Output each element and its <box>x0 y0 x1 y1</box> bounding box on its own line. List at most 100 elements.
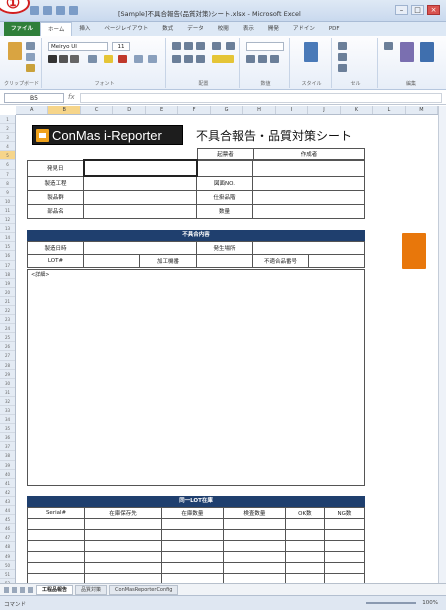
maximize-button[interactable]: □ <box>411 5 424 15</box>
percent-icon[interactable] <box>258 55 267 63</box>
row-header[interactable]: 21 <box>0 297 15 306</box>
lot-cell[interactable] <box>323 540 366 552</box>
ribbon-tab[interactable]: ファイル <box>4 22 41 36</box>
row-header[interactable]: 36 <box>0 433 15 443</box>
row-header[interactable]: 17 <box>0 261 15 270</box>
orientation-icon[interactable] <box>212 42 221 50</box>
number-format-select[interactable] <box>246 42 284 51</box>
ribbon-tab[interactable]: アドイン <box>286 22 322 36</box>
lot-cell[interactable] <box>323 551 366 563</box>
lot-cell[interactable] <box>323 518 366 530</box>
row-header[interactable]: 39 <box>0 461 15 470</box>
lot-cell[interactable] <box>284 518 325 530</box>
lot-cell[interactable] <box>160 529 224 541</box>
row-header[interactable]: 6 <box>0 160 15 170</box>
row-header[interactable]: 2 <box>0 124 15 134</box>
comma-icon[interactable] <box>270 55 279 63</box>
lot-cell[interactable] <box>84 562 162 574</box>
wrap-text-icon[interactable] <box>226 42 235 50</box>
row-header[interactable]: 31 <box>0 388 15 397</box>
lot-cell[interactable] <box>222 562 286 574</box>
underline-icon[interactable] <box>70 55 79 63</box>
delete-cells-icon[interactable] <box>338 53 347 61</box>
row-header[interactable]: 45 <box>0 515 15 525</box>
row-header[interactable]: 38 <box>0 451 15 461</box>
lot-cell[interactable] <box>84 540 162 552</box>
format-painter-icon[interactable] <box>26 64 35 72</box>
ribbon-tab[interactable]: 開発 <box>261 22 286 36</box>
row-header[interactable]: 30 <box>0 379 15 388</box>
row-header[interactable]: 25 <box>0 333 15 343</box>
row-header[interactable]: 51 <box>0 570 15 579</box>
ribbon-tab[interactable]: データ <box>180 22 211 36</box>
info-cell[interactable] <box>196 159 253 177</box>
row-header[interactable]: 22 <box>0 306 15 316</box>
row-header[interactable]: 50 <box>0 561 15 570</box>
defect-cell[interactable] <box>308 254 365 268</box>
row-header[interactable]: 15 <box>0 242 15 252</box>
column-header[interactable]: K <box>341 106 374 114</box>
row-header[interactable]: 32 <box>0 397 15 406</box>
next-sheet-icon[interactable] <box>20 586 25 593</box>
zoom-slider[interactable] <box>366 602 416 604</box>
column-header[interactable]: C <box>81 106 114 114</box>
formula-input[interactable] <box>80 93 442 103</box>
close-button[interactable]: × <box>427 5 440 15</box>
column-header[interactable]: E <box>146 106 179 114</box>
align-left-icon[interactable] <box>172 55 181 63</box>
border-icon[interactable] <box>88 55 97 63</box>
worksheet[interactable]: ConMas i-Reporter 不具合報告・品質対策シート 起票者 作成者 … <box>16 115 438 596</box>
column-header[interactable]: G <box>211 106 244 114</box>
find-select-icon[interactable] <box>420 42 434 62</box>
sheet-tab[interactable]: ConMasReporterConfig <box>109 584 179 595</box>
row-header[interactable]: 41 <box>0 479 15 488</box>
sheet-tab[interactable]: 品質対策 <box>75 584 108 595</box>
styles-icon[interactable] <box>304 42 318 62</box>
lot-cell[interactable] <box>284 529 325 541</box>
ribbon-tab[interactable]: PDF <box>322 22 347 36</box>
column-header[interactable]: B <box>48 106 81 114</box>
defect-cell[interactable] <box>196 254 253 268</box>
copy-icon[interactable] <box>26 53 35 61</box>
lot-cell[interactable] <box>26 529 86 541</box>
zoom-level[interactable]: 100% <box>422 600 438 606</box>
row-header[interactable]: 7 <box>0 170 15 179</box>
row-header[interactable]: 13 <box>0 224 15 234</box>
lot-cell[interactable] <box>26 518 86 530</box>
lot-cell[interactable] <box>323 562 366 574</box>
minimize-button[interactable]: – <box>395 5 408 15</box>
currency-icon[interactable] <box>246 55 255 63</box>
paste-icon[interactable] <box>8 42 22 60</box>
row-header[interactable]: 46 <box>0 524 15 534</box>
lot-cell[interactable] <box>84 518 162 530</box>
row-header[interactable]: 49 <box>0 552 15 561</box>
row-header[interactable]: 37 <box>0 442 15 452</box>
shrink-font-icon[interactable] <box>148 55 157 63</box>
column-header[interactable]: I <box>276 106 309 114</box>
row-header[interactable]: 11 <box>0 206 15 216</box>
lot-cell[interactable] <box>222 529 286 541</box>
row-header[interactable]: 29 <box>0 370 15 379</box>
align-middle-icon[interactable] <box>184 42 193 50</box>
lot-cell[interactable] <box>160 540 224 552</box>
lot-cell[interactable] <box>84 529 162 541</box>
lot-cell[interactable] <box>222 551 286 563</box>
row-header[interactable]: 3 <box>0 133 15 143</box>
fx-icon[interactable]: fx <box>68 93 75 101</box>
lot-cell[interactable] <box>284 562 325 574</box>
row-header[interactable]: 44 <box>0 506 15 516</box>
sort-filter-icon[interactable] <box>400 42 414 62</box>
row-header[interactable]: 16 <box>0 251 15 261</box>
row-header[interactable]: 9 <box>0 188 15 197</box>
column-header[interactable]: H <box>243 106 276 114</box>
defect-cell[interactable] <box>83 254 140 268</box>
lot-cell[interactable] <box>26 562 86 574</box>
ribbon-tab[interactable]: 数式 <box>155 22 180 36</box>
row-header[interactable]: 4 <box>0 142 15 152</box>
autosum-icon[interactable] <box>384 42 393 50</box>
detail-box[interactable]: <詳細> <box>27 269 365 486</box>
excel-app-icon[interactable] <box>30 6 39 15</box>
info-cell[interactable] <box>252 159 365 177</box>
row-header[interactable]: 19 <box>0 279 15 288</box>
info-cell[interactable] <box>83 189 197 205</box>
